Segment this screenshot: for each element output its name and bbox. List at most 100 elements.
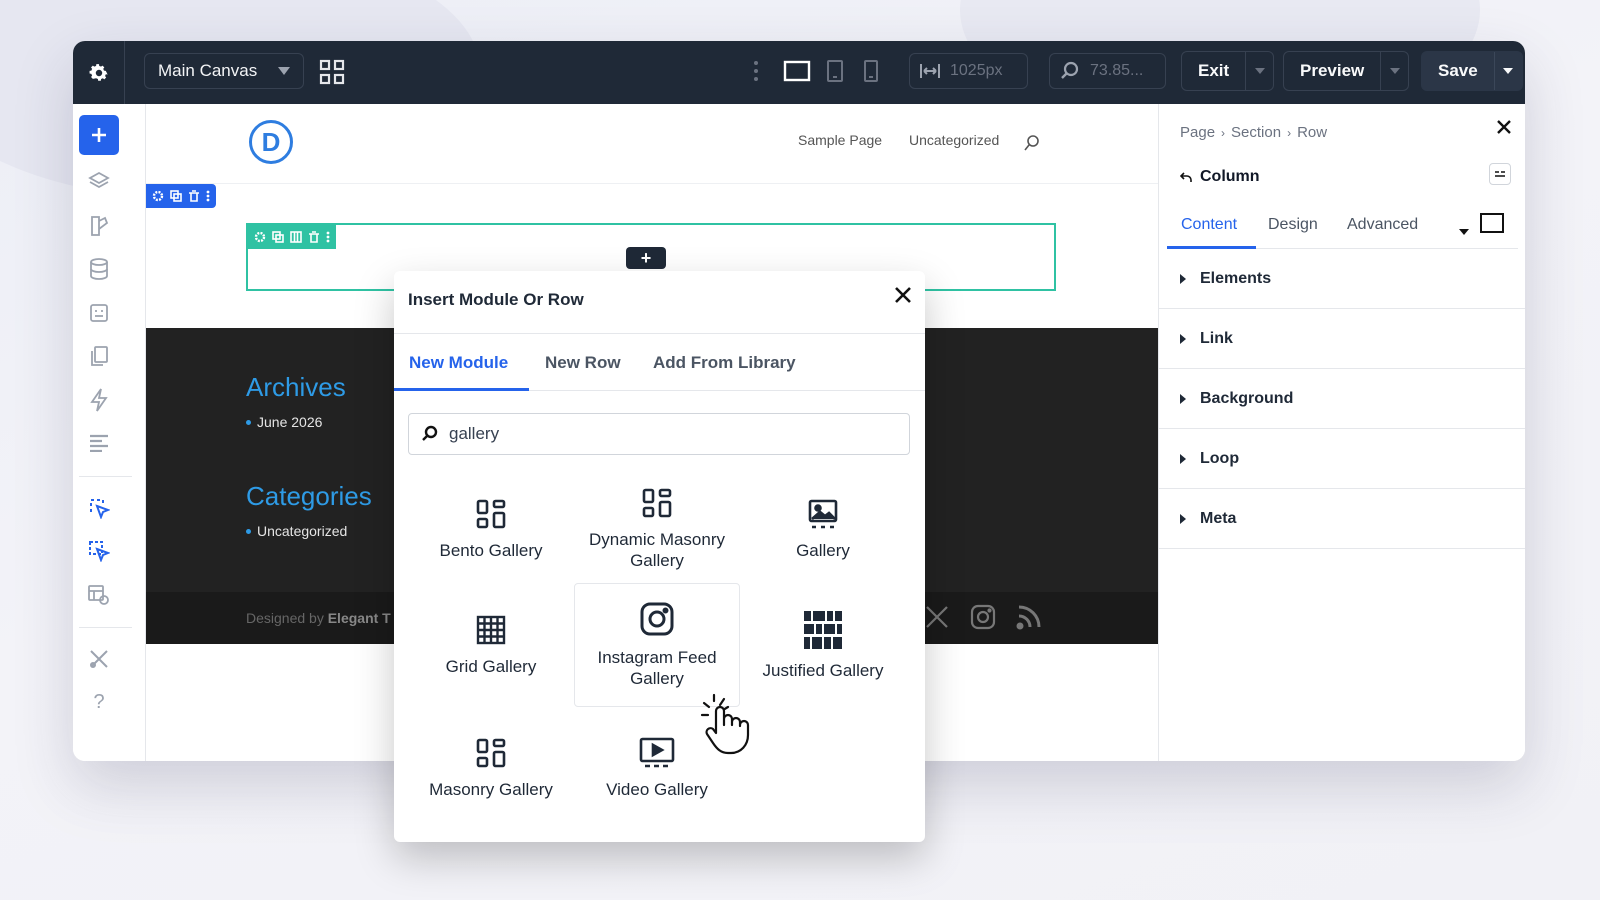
accordion-meta[interactable]: Meta xyxy=(1159,489,1525,549)
duplicate-icon[interactable] xyxy=(170,190,182,202)
tab-new-row[interactable]: New Row xyxy=(545,353,621,373)
module-masonry-gallery[interactable]: Masonry Gallery xyxy=(408,706,574,830)
canvas-select[interactable]: Main Canvas xyxy=(144,53,304,89)
settings-gear-button[interactable] xyxy=(73,41,125,104)
tab-content[interactable]: Content xyxy=(1181,216,1237,234)
layers-button[interactable] xyxy=(79,162,119,202)
instagram-social-link[interactable] xyxy=(970,604,996,635)
multi-select-icon xyxy=(89,541,110,562)
accordion-loop[interactable]: Loop xyxy=(1159,429,1525,489)
accordion-label: Meta xyxy=(1200,509,1237,527)
module-gallery[interactable]: Gallery xyxy=(740,467,906,591)
layers-icon xyxy=(88,171,110,189)
chevron-right-icon: › xyxy=(1221,125,1226,140)
accordion-label: Loop xyxy=(1200,449,1240,467)
module-search-input[interactable] xyxy=(449,424,879,444)
back-arrow-icon[interactable] xyxy=(1180,171,1192,183)
breadcrumb-section[interactable]: Section xyxy=(1231,124,1281,141)
phone-view-button[interactable] xyxy=(863,59,879,88)
tab-dropdown-button[interactable] xyxy=(1459,222,1469,240)
module-label: Masonry Gallery xyxy=(429,779,553,799)
layout-grid-button[interactable] xyxy=(319,59,345,90)
save-label: Save xyxy=(1438,61,1478,80)
module-bento-gallery[interactable]: Bento Gallery xyxy=(408,467,574,591)
gear-icon[interactable] xyxy=(254,231,266,243)
preview-settings-button[interactable] xyxy=(79,575,119,615)
database-button[interactable] xyxy=(79,249,119,289)
dynamic-masonry-gallery-icon xyxy=(642,488,672,518)
save-dropdown-button[interactable] xyxy=(1493,52,1522,90)
nav-link-uncategorized[interactable]: Uncategorized xyxy=(909,132,999,148)
preview-dropdown-button[interactable] xyxy=(1380,52,1408,90)
zoom-field[interactable]: 73.85... xyxy=(1049,53,1166,89)
theme-builder-button[interactable] xyxy=(79,206,119,246)
tab-advanced[interactable]: Advanced xyxy=(1347,216,1418,234)
site-logo[interactable]: D xyxy=(249,120,293,164)
forms-button[interactable] xyxy=(79,293,119,333)
footer-credit: Designed by Elegant T xyxy=(246,610,391,626)
preview-button[interactable]: Preview xyxy=(1283,51,1410,91)
module-dynamic-masonry-gallery[interactable]: Dynamic Masonry Gallery xyxy=(574,467,740,591)
accordion-link[interactable]: Link xyxy=(1159,309,1525,369)
tablet-icon xyxy=(827,60,843,82)
categories-link[interactable]: Uncategorized xyxy=(246,523,347,539)
close-icon xyxy=(1497,120,1511,134)
nav-link-sample-page[interactable]: Sample Page xyxy=(798,132,882,148)
layout-eye-icon xyxy=(88,585,109,605)
archives-heading: Archives xyxy=(246,372,346,402)
text-lines-button[interactable] xyxy=(79,423,119,463)
close-panel-button[interactable] xyxy=(1497,120,1511,139)
columns-icon[interactable] xyxy=(290,231,302,243)
close-modal-button[interactable] xyxy=(895,287,911,308)
site-search-button[interactable] xyxy=(1023,134,1041,157)
add-button[interactable] xyxy=(79,115,119,155)
triangle-right-icon xyxy=(1180,393,1186,404)
pointer-hand-cursor xyxy=(700,693,760,760)
multi-select-button[interactable] xyxy=(79,531,119,571)
vertical-dots-icon xyxy=(754,61,758,81)
x-social-link[interactable] xyxy=(924,604,950,635)
canvas-width-field[interactable]: 1025px xyxy=(909,53,1028,89)
modal-title: Insert Module Or Row xyxy=(408,290,584,309)
trash-icon[interactable] xyxy=(308,231,320,243)
module-search-field[interactable] xyxy=(408,413,910,455)
module-justified-gallery[interactable]: Justified Gallery xyxy=(740,583,906,707)
module-instagram-feed-gallery[interactable]: Instagram Feed Gallery xyxy=(574,583,740,707)
archives-link[interactable]: June 2026 xyxy=(246,414,322,430)
panel-view-toggle[interactable] xyxy=(1480,213,1504,238)
breadcrumb-row[interactable]: Row xyxy=(1297,124,1327,141)
accordion-background[interactable]: Background xyxy=(1159,369,1525,429)
lightning-button[interactable] xyxy=(79,380,119,420)
question-mark-icon: ? xyxy=(93,690,105,713)
element-options-button[interactable] xyxy=(1489,163,1511,185)
save-button[interactable]: Save xyxy=(1421,51,1523,91)
categories-heading: Categories xyxy=(246,481,372,511)
accordion-elements[interactable]: Elements xyxy=(1159,249,1525,309)
vertical-dots-icon[interactable] xyxy=(206,190,210,202)
tab-add-from-library[interactable]: Add From Library xyxy=(653,353,796,373)
desktop-view-button[interactable] xyxy=(783,59,811,88)
vertical-dots-icon[interactable] xyxy=(326,231,330,243)
tab-new-module[interactable]: New Module xyxy=(409,353,508,373)
gear-icon[interactable] xyxy=(152,190,164,202)
element-title: Column xyxy=(1180,168,1260,186)
pages-button[interactable] xyxy=(79,336,119,376)
site-header: D Sample Page Uncategorized xyxy=(146,104,1158,184)
module-label: Instagram Feed Gallery xyxy=(597,648,717,688)
exit-dropdown-button[interactable] xyxy=(1245,52,1273,90)
exit-button[interactable]: Exit xyxy=(1181,51,1275,91)
help-button[interactable]: ? xyxy=(79,682,119,722)
tablet-view-button[interactable] xyxy=(825,59,845,88)
tools-button[interactable] xyxy=(79,639,119,679)
trash-icon[interactable] xyxy=(188,190,200,202)
chevron-down-icon xyxy=(278,67,290,75)
add-module-button[interactable]: + xyxy=(626,247,666,269)
sidebar-divider xyxy=(79,627,132,628)
rss-social-link[interactable] xyxy=(1016,604,1042,635)
more-options-button[interactable] xyxy=(753,59,759,88)
tab-design[interactable]: Design xyxy=(1268,216,1318,234)
select-element-button[interactable] xyxy=(79,488,119,528)
module-grid-gallery[interactable]: Grid Gallery xyxy=(408,583,574,707)
breadcrumb-page[interactable]: Page xyxy=(1180,124,1215,141)
duplicate-icon[interactable] xyxy=(272,231,284,243)
